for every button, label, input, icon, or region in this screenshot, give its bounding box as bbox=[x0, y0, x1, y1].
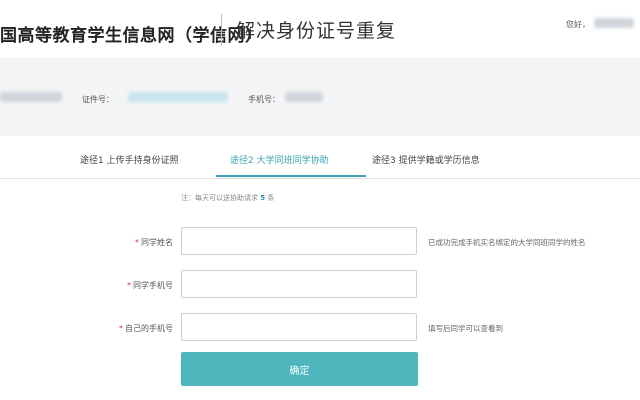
page-title: 解决身份证号重复 bbox=[236, 20, 397, 42]
id-number-redacted bbox=[128, 92, 228, 102]
header-divider bbox=[221, 14, 222, 46]
site-name[interactable]: 国高等教育学生信息网（学信网） bbox=[0, 21, 263, 46]
required-mark: * bbox=[127, 281, 131, 290]
active-tab-indicator bbox=[216, 175, 366, 177]
classmate-name-label-text: 同学姓名 bbox=[141, 238, 173, 247]
own-phone-hint: 填写后同学可以查看到 bbox=[428, 324, 503, 333]
required-mark: * bbox=[135, 238, 139, 247]
confirm-button[interactable]: 确定 bbox=[181, 352, 418, 386]
header: 国高等教育学生信息网（学信网） 解决身份证号重复 您好， bbox=[0, 0, 640, 58]
id-number-label: 证件号： bbox=[82, 95, 114, 104]
user-name-blurred[interactable] bbox=[594, 18, 634, 28]
notice-suffix: 条 bbox=[267, 194, 275, 202]
classmate-name-hint: 已成功完成手机实名绑定的大学同班同学的姓名 bbox=[428, 238, 586, 247]
phone-label: 手机号： bbox=[248, 95, 280, 104]
own-phone-input[interactable] bbox=[181, 313, 417, 341]
classmate-name-input[interactable] bbox=[181, 227, 417, 255]
phone-redacted bbox=[285, 92, 323, 102]
tab-provide-records[interactable]: 途径3 提供学籍或学历信息 bbox=[372, 153, 480, 166]
classmate-phone-label: * 同学手机号 bbox=[127, 280, 173, 291]
tab-classmate-assist[interactable]: 途径2 大学同班同学协助 bbox=[230, 153, 329, 166]
classmate-phone-input[interactable] bbox=[181, 270, 417, 298]
classmate-name-label: * 同学姓名 bbox=[135, 237, 173, 248]
user-name-redacted bbox=[0, 92, 62, 102]
required-mark: * bbox=[119, 324, 123, 333]
greeting: 您好， bbox=[566, 20, 590, 29]
notice-count: 5 bbox=[260, 194, 266, 202]
classmate-phone-label-text: 同学手机号 bbox=[133, 281, 173, 290]
own-phone-label-text: 自己的手机号 bbox=[125, 324, 173, 333]
own-phone-label: * 自己的手机号 bbox=[119, 323, 173, 334]
tab-upload-id-photo[interactable]: 途径1 上传手持身份证照 bbox=[80, 153, 179, 166]
account-info-band: 证件号： 手机号： bbox=[0, 58, 640, 136]
request-limit-notice: 注：每天可以送协助请求 5 条 bbox=[181, 193, 274, 203]
method-tabs: 途径1 上传手持身份证照 途径2 大学同班同学协助 途径3 提供学籍或学历信息 bbox=[0, 136, 640, 179]
notice-prefix: 注：每天可以送协助请求 bbox=[181, 194, 258, 202]
